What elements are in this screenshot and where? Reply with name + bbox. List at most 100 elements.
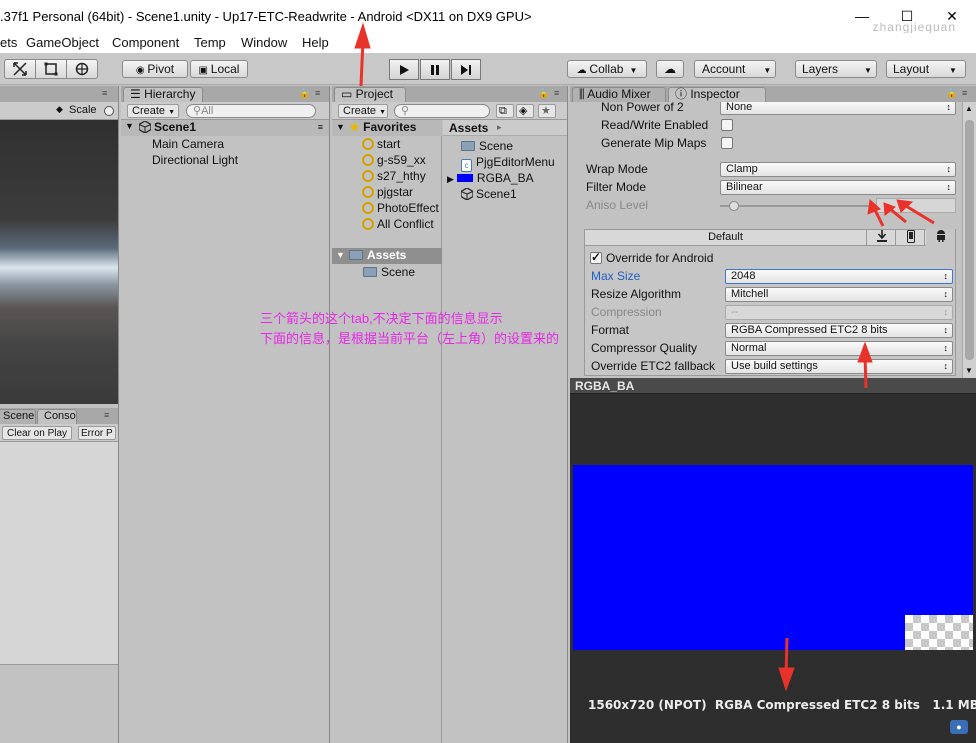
menu-component[interactable]: Component xyxy=(112,35,179,50)
scale-tool-icon[interactable] xyxy=(5,60,36,78)
asset-item-scene[interactable]: Scene xyxy=(461,139,513,153)
pause-button[interactable] xyxy=(420,59,450,80)
resize-algorithm-dropdown[interactable]: Mitchell xyxy=(725,287,953,302)
tab-audio-mixer[interactable]: ⫼ Audio Mixer xyxy=(572,87,666,102)
maximize-button[interactable]: ☐ xyxy=(887,4,927,28)
hierarchy-item-directional-light[interactable]: Directional Light xyxy=(152,153,238,167)
non-power-of-2-dropdown[interactable]: None xyxy=(720,102,956,115)
menu-icon[interactable]: ≡ xyxy=(962,88,967,98)
collab-button[interactable]: ☁ Collab ▼ xyxy=(567,60,647,78)
transform-tool-icon[interactable] xyxy=(67,60,97,78)
asset-item-rgba-ba[interactable]: ▶ RGBA_BA xyxy=(447,171,534,185)
android-icon[interactable] xyxy=(926,229,955,246)
play-button[interactable] xyxy=(389,59,419,80)
preview-header[interactable]: RGBA_BA xyxy=(570,378,976,394)
menu-gameobject[interactable]: GameObject xyxy=(26,35,99,50)
lock-icon[interactable]: 🔒 xyxy=(946,88,957,99)
read-write-checkbox[interactable] xyxy=(721,119,733,131)
menu-temp[interactable]: Temp xyxy=(194,35,226,50)
tab-project[interactable]: ▭ Project xyxy=(334,87,406,102)
favorite-item[interactable]: PhotoEffect xyxy=(362,201,439,215)
menu-icon[interactable]: ≡ xyxy=(102,88,107,98)
create-dropdown[interactable]: Create ▼ xyxy=(127,104,179,118)
favorite-item[interactable]: start xyxy=(362,137,400,151)
project-tabrow: ▭ Project 🔒 ≡ xyxy=(332,86,567,102)
wrap-mode-dropdown[interactable]: Clamp xyxy=(720,162,956,177)
etc2-fallback-dropdown[interactable]: Use build settings xyxy=(725,359,953,374)
tag-icon[interactable]: ◈ xyxy=(516,104,534,118)
scrollbar-thumb[interactable] xyxy=(965,120,974,360)
scale-slider-knob[interactable] xyxy=(104,106,114,116)
tab-default-platform[interactable]: Default xyxy=(585,230,867,245)
star-icon[interactable]: ★ xyxy=(538,104,556,118)
expand-arrow-icon[interactable]: ▶ xyxy=(447,174,454,184)
favorite-item[interactable]: pjgstar xyxy=(362,185,413,199)
hierarchy-search-input[interactable]: ⚲All xyxy=(186,104,316,118)
compressor-quality-dropdown[interactable]: Normal xyxy=(725,341,953,356)
rect-tool-icon[interactable] xyxy=(36,60,67,78)
dropdown-arrow-icon[interactable]: ◆ xyxy=(56,104,63,115)
error-pause-button[interactable]: Error P xyxy=(78,426,116,440)
layers-dropdown[interactable]: Layers ▼ xyxy=(795,60,877,78)
max-size-dropdown[interactable]: 2048 xyxy=(725,269,953,284)
menu-window[interactable]: Window xyxy=(241,35,287,50)
account-dropdown[interactable]: Account ▼ xyxy=(694,60,776,78)
minimize-button[interactable]: — xyxy=(842,4,882,28)
generate-mip-maps-checkbox[interactable] xyxy=(721,137,733,149)
scroll-down-icon[interactable]: ▼ xyxy=(965,366,973,375)
aniso-value-field[interactable] xyxy=(876,198,956,213)
create-dropdown[interactable]: Create ▼ xyxy=(338,104,388,118)
tab-hierarchy[interactable]: ☰ Hierarchy xyxy=(123,87,203,102)
expand-arrow-icon[interactable]: ▼ xyxy=(336,250,345,260)
aniso-slider-track[interactable] xyxy=(720,205,870,207)
menu-icon[interactable]: ≡ xyxy=(104,410,109,420)
favorite-item[interactable]: g-s59_xx xyxy=(362,153,426,167)
asset-item-scene1[interactable]: Scene1 xyxy=(461,187,517,201)
menu-icon[interactable]: ≡ xyxy=(554,88,559,98)
inspector-scrollbar[interactable]: ▲ ▼ xyxy=(962,102,976,378)
tab-scene[interactable]: Scene xyxy=(0,409,36,424)
scroll-up-icon[interactable]: ▲ xyxy=(965,104,973,113)
step-button[interactable] xyxy=(451,59,481,80)
scene-header[interactable]: ▼ Scene1 ≡ xyxy=(121,120,329,136)
cloud-button[interactable]: ☁ xyxy=(656,60,684,78)
expand-arrow-icon[interactable]: ▼ xyxy=(336,122,345,132)
annotation-line-1: 三个箭头的这个tab,不决定下面的信息显示 xyxy=(260,311,503,326)
filter-type-icon[interactable]: ⧉ xyxy=(496,104,514,118)
scene-menu-icon[interactable]: ≡ xyxy=(318,122,323,132)
format-dropdown[interactable]: RGBA Compressed ETC2 8 bits xyxy=(725,323,953,338)
menu-help[interactable]: Help xyxy=(302,35,329,50)
row-generate-mip-maps: Generate Mip Maps xyxy=(570,135,962,153)
aniso-slider-knob[interactable] xyxy=(729,201,739,211)
clear-on-play-button[interactable]: Clear on Play xyxy=(2,426,73,440)
favorites-header[interactable]: ▼ ★ Favorites xyxy=(332,120,442,136)
tab-console[interactable]: Conso xyxy=(37,409,77,424)
filter-mode-dropdown[interactable]: Bilinear xyxy=(720,180,956,195)
row-aniso-level: Aniso Level xyxy=(570,197,962,215)
menu-icon[interactable]: ≡ xyxy=(315,88,320,98)
favorite-item[interactable]: All Conflict xyxy=(362,217,434,231)
asset-item-pjgeditormenu[interactable]: c PjgEditorMenu xyxy=(461,155,555,172)
lock-icon[interactable]: 🔒 xyxy=(538,88,549,99)
assets-header[interactable]: ▼ Assets xyxy=(332,248,442,264)
project-tree: ▼ ★ Favorites start g-s59_xx s27_hthy pj… xyxy=(332,120,442,743)
menu-assets[interactable]: ets xyxy=(0,35,17,50)
lock-icon[interactable]: 🔒 xyxy=(299,88,310,99)
scene-viewport[interactable] xyxy=(0,120,118,404)
favorite-item[interactable]: s27_hthy xyxy=(362,169,426,183)
row-override-etc2-fallback: Override ETC2 fallback Use build setting… xyxy=(585,358,955,376)
layout-dropdown[interactable]: Layout ▼ xyxy=(886,60,966,78)
mobile-icon[interactable] xyxy=(897,230,925,245)
download-icon[interactable] xyxy=(868,230,896,245)
override-android-checkbox[interactable] xyxy=(590,250,602,264)
pivot-button[interactable]: ◉ Pivot xyxy=(122,60,188,78)
label-tag-icon[interactable]: ● xyxy=(950,720,968,734)
expand-arrow-icon[interactable]: ▼ xyxy=(125,121,134,131)
tab-inspector[interactable]: ⓘ Inspector xyxy=(668,87,766,102)
assets-tree-item[interactable]: Scene xyxy=(363,265,415,279)
local-button[interactable]: ▣ Local xyxy=(190,60,248,78)
close-button[interactable]: ✕ xyxy=(932,4,972,28)
hierarchy-item-main-camera[interactable]: Main Camera xyxy=(152,137,224,151)
divider xyxy=(0,664,118,665)
project-search-input[interactable]: ⚲ xyxy=(394,104,490,118)
